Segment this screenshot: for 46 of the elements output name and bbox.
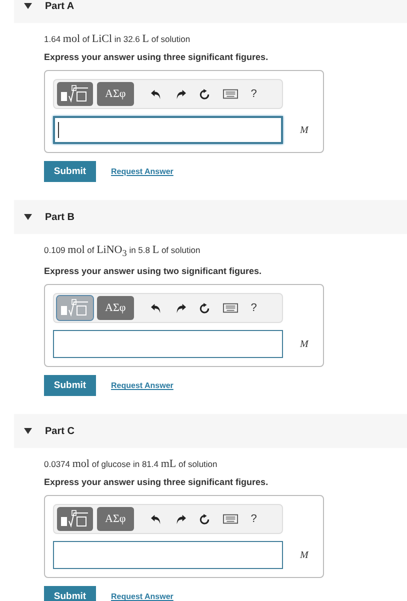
undo-icon[interactable] <box>150 302 162 314</box>
redo-icon[interactable] <box>174 88 186 100</box>
part-header[interactable]: Part B <box>14 200 407 234</box>
symbols-button[interactable]: ΑΣφ <box>97 82 134 106</box>
instruction-text: Express your answer using two significant figures. <box>44 265 263 278</box>
reset-icon[interactable] <box>198 302 210 314</box>
submit-button[interactable]: Submit <box>44 586 96 601</box>
reset-icon[interactable] <box>198 514 210 525</box>
unit-label: M <box>300 550 308 561</box>
request-answer-link[interactable]: Request Answer <box>111 592 174 601</box>
question-text: 1.64 mol of LiCl in 32.6 L of solution <box>44 32 192 46</box>
part-title: Part C <box>45 426 74 437</box>
reset-icon[interactable] <box>198 88 210 100</box>
request-answer-link[interactable]: Request Answer <box>111 167 174 176</box>
part-header[interactable]: Part A <box>14 0 407 23</box>
redo-icon[interactable] <box>174 302 186 314</box>
symbols-button[interactable]: ΑΣφ <box>97 507 134 532</box>
template-button[interactable] <box>57 82 93 106</box>
instruction-text: Express your answer using three significant figures. <box>44 51 270 63</box>
answer-field[interactable] <box>53 330 283 358</box>
symbols-button[interactable]: ΑΣφ <box>97 296 134 320</box>
answer-field[interactable] <box>53 116 283 144</box>
question-text: 0.0374 mol of glucose in 81.4 mL of solution <box>44 457 218 472</box>
instruction-text: Express your answer using three significant figures. <box>44 476 270 488</box>
keyboard-icon[interactable] <box>222 514 238 524</box>
help-button[interactable]: ? <box>250 302 257 314</box>
redo-icon[interactable] <box>174 514 186 525</box>
unit-label: M <box>300 338 308 350</box>
keyboard-icon[interactable] <box>222 303 238 314</box>
answer-field[interactable] <box>53 541 283 570</box>
question-text: 0.109 mol of LiNO$_{3}$ in 5.8 L of solution <box>44 243 202 260</box>
template-button[interactable] <box>57 296 93 320</box>
help-button[interactable]: ? <box>250 88 257 100</box>
undo-icon[interactable] <box>150 88 162 100</box>
keyboard-icon[interactable] <box>222 89 238 99</box>
help-button[interactable]: ? <box>250 513 257 526</box>
request-answer-link[interactable]: Request Answer <box>111 381 174 390</box>
part-header[interactable]: Part C <box>14 414 407 448</box>
undo-icon[interactable] <box>150 514 162 525</box>
unit-label: M <box>300 124 308 136</box>
template-button[interactable] <box>57 507 93 532</box>
submit-button[interactable]: Submit <box>44 375 96 396</box>
part-title: Part A <box>45 0 74 12</box>
submit-button[interactable]: Submit <box>44 161 96 182</box>
text-cursor <box>58 122 59 138</box>
part-title: Part B <box>45 212 74 222</box>
